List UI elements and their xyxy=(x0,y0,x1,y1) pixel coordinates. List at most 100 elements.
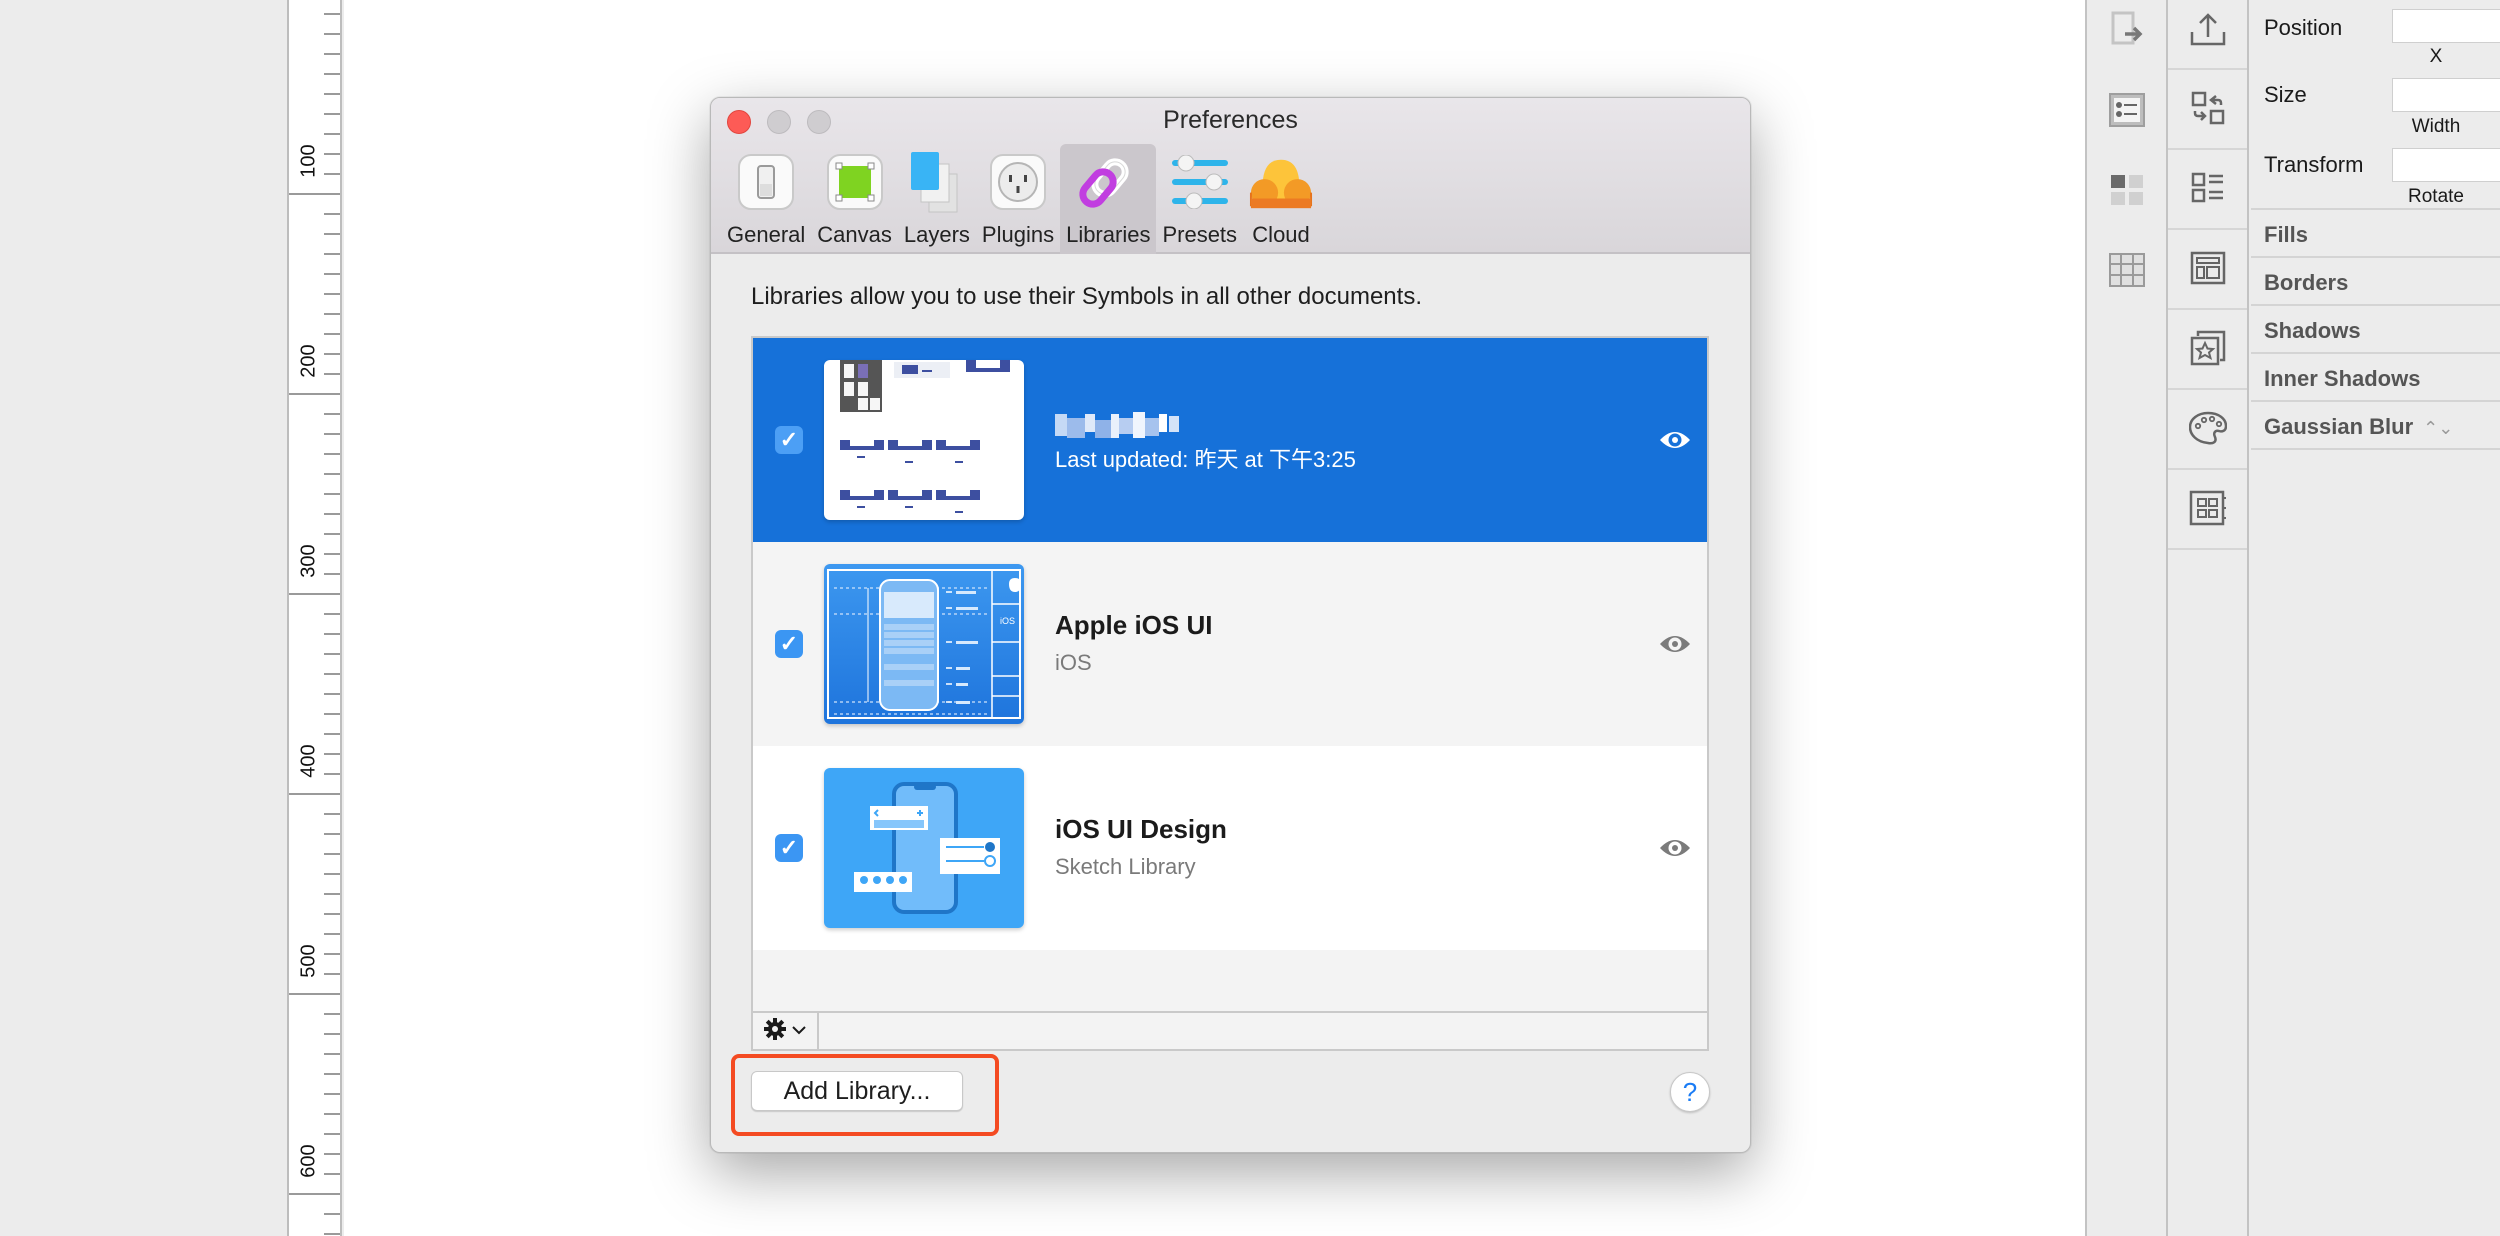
help-button[interactable]: ? xyxy=(1670,1072,1710,1112)
library-thumbnail: iOS xyxy=(824,564,1024,724)
libraries-list[interactable]: ✓ Last updated: 昨天 at 下午3:25 ✓ iOS Apple… xyxy=(751,336,1709,1051)
gear-icon xyxy=(764,1017,786,1045)
preferences-tabs: General Canvas Layers Plugins Libraries … xyxy=(721,144,1319,254)
size-width-label: Width xyxy=(2411,116,2461,137)
tab-canvas[interactable]: Canvas xyxy=(811,144,898,254)
cloud-icon xyxy=(1249,150,1313,214)
left-margin xyxy=(0,0,287,1236)
library-name: Apple iOS UI xyxy=(1055,610,1213,640)
position-x-input[interactable] xyxy=(2392,9,2500,43)
libraries-description: Libraries allow you to use their Symbols… xyxy=(751,283,1422,310)
sliders-icon xyxy=(1168,150,1232,214)
fills-title: Fills xyxy=(2264,222,2309,247)
rotate-input[interactable] xyxy=(2392,148,2500,182)
transform-label: Transform xyxy=(2264,152,2364,177)
borders-section[interactable]: Borders xyxy=(2251,256,2500,308)
tab-presets[interactable]: Presets xyxy=(1156,144,1243,254)
ruler-major-line xyxy=(289,593,340,595)
eye-icon[interactable] xyxy=(1658,428,1692,452)
eye-icon[interactable] xyxy=(1658,632,1692,656)
shadows-section[interactable]: Shadows xyxy=(2251,304,2500,356)
ruler-tick xyxy=(324,833,340,835)
list-inspector-icon[interactable] xyxy=(2107,90,2147,130)
library-row[interactable]: ✓ iOS Apple iOS UI iOS xyxy=(753,542,1707,746)
swap-icon[interactable] xyxy=(2188,88,2228,128)
library-thumbnail xyxy=(824,768,1024,928)
chevron-down-icon xyxy=(792,1022,806,1040)
share-icon[interactable] xyxy=(2188,10,2228,50)
ruler-major-line xyxy=(289,1193,340,1195)
rotate-label: Rotate xyxy=(2408,186,2464,207)
ruler-label: 300 xyxy=(297,544,320,578)
updown-chevron-icon[interactable]: ⌃⌄ xyxy=(2423,418,2453,438)
ruler-tick xyxy=(324,813,340,815)
inspector-panel: Position X Size Width Transform Rotate F… xyxy=(2251,0,2500,1236)
toolbar-column-right xyxy=(2166,0,2249,1236)
eye-icon[interactable] xyxy=(1658,836,1692,860)
ruler-label: 400 xyxy=(297,744,320,778)
toolbar-cell xyxy=(2168,150,2247,230)
ruler-tick xyxy=(324,873,340,875)
export-frame-icon[interactable] xyxy=(2107,10,2147,50)
list-icon[interactable] xyxy=(2188,168,2228,208)
library-name-redacted xyxy=(1055,412,1205,438)
ruler-tick xyxy=(324,1053,340,1055)
ruler-tick xyxy=(324,233,340,235)
library-enabled-checkbox[interactable]: ✓ xyxy=(775,426,803,454)
ruler-tick xyxy=(324,1213,340,1215)
component-grid-icon[interactable] xyxy=(2188,488,2228,528)
ruler-tick xyxy=(324,913,340,915)
inner-shadows-section[interactable]: Inner Shadows xyxy=(2251,352,2500,404)
tab-cloud[interactable]: Cloud xyxy=(1243,144,1319,254)
ruler-tick xyxy=(324,1093,340,1095)
toolbar-cell xyxy=(2168,310,2247,390)
add-library-button[interactable]: Add Library... xyxy=(751,1071,963,1111)
palette-icon[interactable] xyxy=(2188,408,2228,448)
tab-libraries[interactable]: Libraries xyxy=(1060,144,1157,254)
ruler-label: 100 xyxy=(297,144,320,178)
grid-swatch-icon[interactable] xyxy=(2107,170,2147,210)
size-label: Size xyxy=(2264,82,2307,107)
fills-section[interactable]: Fills xyxy=(2251,208,2500,260)
library-row[interactable]: ✓ iOS UI Design Sketch Library xyxy=(753,746,1707,950)
tab-plugins-label: Plugins xyxy=(981,222,1055,247)
ruler-tick xyxy=(324,513,340,515)
library-row[interactable]: ✓ Last updated: 昨天 at 下午3:25 xyxy=(753,338,1707,542)
library-enabled-checkbox[interactable]: ✓ xyxy=(775,834,803,862)
gear-menu-button[interactable] xyxy=(753,1013,819,1049)
library-enabled-checkbox[interactable]: ✓ xyxy=(775,630,803,658)
gaussian-blur-section[interactable]: Gaussian Blur ⌃⌄ xyxy=(2251,400,2500,452)
layers-icon xyxy=(905,150,969,214)
position-x-label: X xyxy=(2429,46,2443,67)
ruler-tick xyxy=(324,33,340,35)
ruler-tick xyxy=(324,73,340,75)
toolbar-column-left xyxy=(2085,0,2166,1236)
toolbar-cell xyxy=(2168,470,2247,550)
tab-general-label: General xyxy=(727,222,806,247)
shadows-title: Shadows xyxy=(2264,318,2361,343)
window-title: Preferences xyxy=(1163,106,1298,134)
ruler-tick xyxy=(324,493,340,495)
ruler-major-line xyxy=(289,993,340,995)
gaussian-blur-title: Gaussian Blur xyxy=(2264,414,2414,439)
ruler-tick xyxy=(324,1073,340,1075)
symbol-star-icon[interactable] xyxy=(2188,328,2228,368)
tab-layers[interactable]: Layers xyxy=(898,144,976,254)
size-width-input[interactable] xyxy=(2392,78,2500,112)
tab-plugins[interactable]: Plugins xyxy=(976,144,1060,254)
library-updated: Last updated: 昨天 at 下午3:25 xyxy=(1055,447,1356,472)
layout-icon[interactable] xyxy=(2188,248,2228,288)
section-divider xyxy=(2251,448,2500,450)
ruler-tick xyxy=(324,673,340,675)
toolbar-cell xyxy=(2168,0,2247,70)
list-action-bar xyxy=(751,1011,1709,1051)
svg-text:iOS: iOS xyxy=(1000,616,1015,626)
ruler-tick xyxy=(324,13,340,15)
ruler-tick xyxy=(324,293,340,295)
vertical-ruler[interactable]: 100 200 300 400 500 600 xyxy=(287,0,342,1236)
screen: 100 200 300 400 500 600 Position X Size … xyxy=(0,0,2500,1236)
table-icon[interactable] xyxy=(2107,250,2147,290)
tab-general[interactable]: General xyxy=(721,144,811,254)
ruler-major-line xyxy=(289,193,340,195)
ruler-tick xyxy=(324,1233,340,1235)
